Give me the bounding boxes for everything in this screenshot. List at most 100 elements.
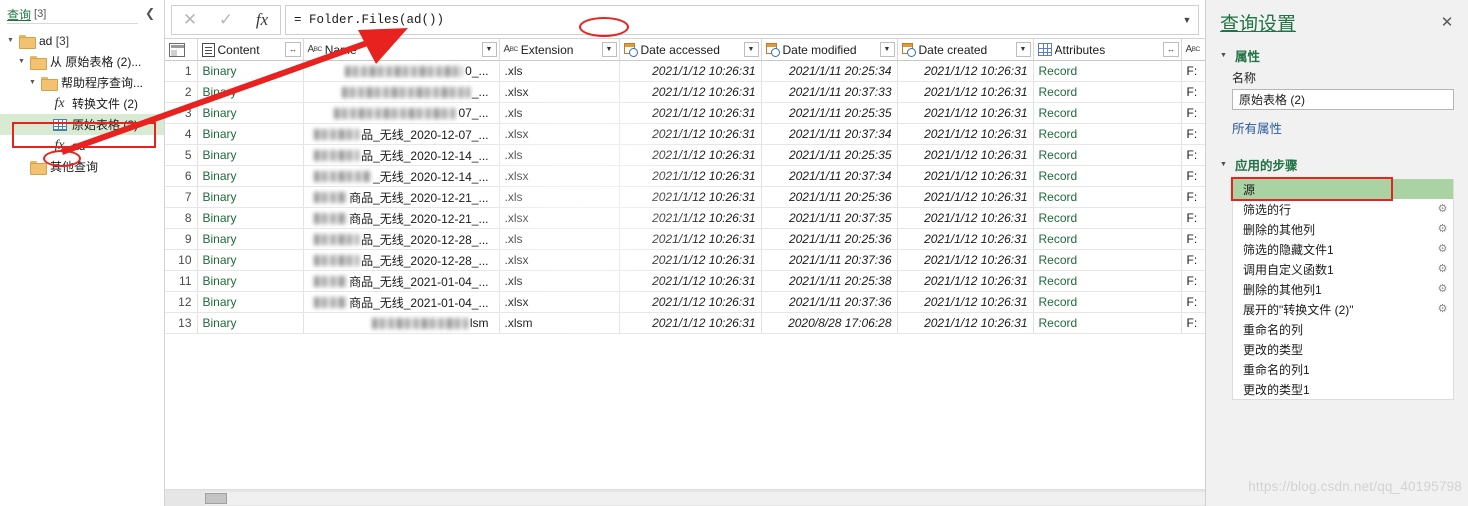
cell-date-created[interactable]: 2021/1/12 10:26:31 — [897, 102, 1034, 124]
column-header-content[interactable]: Content ↔ — [197, 39, 304, 61]
table-row[interactable]: 3 Binary 07_... .xls 2021/1/12 10:26:31 2021/… — [165, 102, 1205, 124]
cell-date-accessed[interactable]: 2021/1/12 10:26:31 — [619, 144, 762, 166]
cell-name[interactable]: 商品_无线_2020-12-21_... — [303, 207, 500, 229]
cell-folder-path[interactable]: F: — [1181, 102, 1205, 124]
cell-date-modified[interactable]: 2021/1/11 20:25:35 — [761, 102, 898, 124]
column-header-created[interactable]: Date created ▼ — [897, 39, 1034, 61]
cell-folder-path[interactable]: F: — [1181, 165, 1205, 187]
column-header-extension[interactable]: A B C Extension ▼ — [499, 39, 620, 61]
cell-name[interactable]: 品_无线_2020-12-28_... — [303, 228, 500, 250]
cell-folder-path[interactable]: F: — [1181, 270, 1205, 292]
cell-name[interactable]: 品_无线_2020-12-14_... — [303, 144, 500, 166]
cell-date-accessed[interactable]: 2021/1/12 10:26:31 — [619, 207, 762, 229]
cell-extension[interactable]: .xlsx — [499, 165, 620, 187]
query-tree-item-0[interactable]: ▼ ad [3] — [0, 30, 164, 51]
cell-attributes[interactable]: Record — [1033, 165, 1182, 187]
row-number[interactable]: 2 — [165, 81, 198, 103]
cell-date-created[interactable]: 2021/1/12 10:26:31 — [897, 270, 1034, 292]
fx-icon[interactable]: fx — [244, 6, 280, 34]
cell-folder-path[interactable]: F: — [1181, 228, 1205, 250]
cell-date-modified[interactable]: 2021/1/11 20:37:34 — [761, 123, 898, 145]
gear-icon[interactable]: ⚙ — [1436, 263, 1449, 276]
cell-name[interactable]: 07_... — [303, 102, 500, 124]
cell-extension[interactable]: .xls — [499, 228, 620, 250]
chevron-down-icon[interactable]: ▼ — [4, 37, 17, 44]
cell-date-accessed[interactable]: 2021/1/12 10:26:31 — [619, 123, 762, 145]
cell-extension[interactable]: .xls — [499, 60, 620, 82]
cell-date-created[interactable]: 2021/1/12 10:26:31 — [897, 165, 1034, 187]
applied-step-1[interactable]: 筛选的行 ⚙ — [1233, 199, 1453, 219]
cell-extension[interactable]: .xlsx — [499, 249, 620, 271]
table-row[interactable]: 9 Binary 品_无线_2020-12-28_... .xls 2021/1/12 … — [165, 228, 1205, 250]
cell-name[interactable]: 品_无线_2020-12-28_... — [303, 249, 500, 271]
gear-icon[interactable]: ⚙ — [1436, 283, 1449, 296]
cell-date-created[interactable]: 2021/1/12 10:26:31 — [897, 123, 1034, 145]
cell-folder-path[interactable]: F: — [1181, 291, 1205, 313]
cell-content[interactable]: Binary — [197, 249, 304, 271]
cell-date-created[interactable]: 2021/1/12 10:26:31 — [897, 249, 1034, 271]
applied-step-8[interactable]: 更改的类型⚙ — [1233, 339, 1453, 359]
table-row[interactable]: 1 Binary 0_... .xls 2021/1/12 10:26:31 2021/1… — [165, 60, 1205, 82]
cell-name[interactable]: _无线_2020-12-14_... — [303, 165, 500, 187]
query-tree-item-4[interactable]: 原始表格 (2) — [0, 114, 164, 135]
applied-step-4[interactable]: 调用自定义函数1 ⚙ — [1233, 259, 1453, 279]
cell-folder-path[interactable]: F: — [1181, 123, 1205, 145]
cell-attributes[interactable]: Record — [1033, 186, 1182, 208]
cell-folder-path[interactable]: F: — [1181, 144, 1205, 166]
cell-folder-path[interactable]: F: — [1181, 249, 1205, 271]
chevron-down-icon[interactable]: ▼ — [1220, 52, 1229, 59]
cell-attributes[interactable]: Record — [1033, 102, 1182, 124]
cell-attributes[interactable]: Record — [1033, 207, 1182, 229]
cell-name[interactable]: 品_无线_2020-12-07_... — [303, 123, 500, 145]
cell-date-accessed[interactable]: 2021/1/12 10:26:31 — [619, 249, 762, 271]
properties-section-header[interactable]: ▼ 属性 — [1206, 44, 1468, 66]
cell-date-modified[interactable]: 2021/1/11 20:25:38 — [761, 270, 898, 292]
cell-name[interactable]: lsm — [303, 312, 500, 334]
table-row[interactable]: 12 Binary 商品_无线_2021-01-04_... .xlsx 2021/1/… — [165, 291, 1205, 313]
query-name-input[interactable]: 原始表格 (2) — [1232, 89, 1454, 110]
cell-date-created[interactable]: 2021/1/12 10:26:31 — [897, 207, 1034, 229]
cell-date-modified[interactable]: 2021/1/11 20:37:35 — [761, 207, 898, 229]
table-row[interactable]: 11 Binary 商品_无线_2021-01-04_... .xls 2021/1/1… — [165, 270, 1205, 292]
row-number[interactable]: 1 — [165, 60, 198, 82]
cell-extension[interactable]: .xlsx — [499, 81, 620, 103]
gear-icon[interactable]: ⚙ — [1436, 223, 1449, 236]
cell-attributes[interactable]: Record — [1033, 60, 1182, 82]
cell-attributes[interactable]: Record — [1033, 144, 1182, 166]
cell-extension[interactable]: .xlsx — [499, 123, 620, 145]
query-tree-item-2[interactable]: ▼ 帮助程序查询... — [0, 72, 164, 93]
gear-icon[interactable]: ⚙ — [1436, 303, 1449, 316]
table-row[interactable]: 5 Binary 品_无线_2020-12-14_... .xls 2021/1/12 … — [165, 144, 1205, 166]
cell-date-created[interactable]: 2021/1/12 10:26:31 — [897, 228, 1034, 250]
query-tree-item-5[interactable]: fx ad — [0, 135, 164, 156]
table-row[interactable]: 13 Binary lsm .xlsm 2021/1/12 10:26:31 2020/8… — [165, 312, 1205, 334]
checkmark-icon[interactable]: ✓ — [208, 6, 244, 34]
table-row[interactable]: 4 Binary 品_无线_2020-12-07_... .xlsx 2021/1/12… — [165, 123, 1205, 145]
cell-content[interactable]: Binary — [197, 123, 304, 145]
cell-date-modified[interactable]: 2021/1/11 20:37:36 — [761, 249, 898, 271]
cell-extension[interactable]: .xls — [499, 102, 620, 124]
row-number[interactable]: 9 — [165, 228, 198, 250]
row-number[interactable]: 5 — [165, 144, 198, 166]
chevron-down-icon[interactable]: ▼ — [879, 42, 895, 57]
cell-date-modified[interactable]: 2021/1/11 20:37:33 — [761, 81, 898, 103]
cell-extension[interactable]: .xls — [499, 186, 620, 208]
close-icon[interactable]: ✕ — [1438, 13, 1456, 31]
column-header-attributes[interactable]: Attributes ↔ — [1033, 39, 1182, 61]
table-row[interactable]: 10 Binary 品_无线_2020-12-28_... .xlsx 2021/1/1… — [165, 249, 1205, 271]
close-icon[interactable]: ✕ — [172, 6, 208, 34]
chevron-left-icon[interactable]: ❮ — [142, 5, 158, 21]
chevron-down-icon[interactable]: ▼ — [1015, 42, 1031, 57]
cell-date-accessed[interactable]: 2021/1/12 10:26:31 — [619, 102, 762, 124]
cell-name[interactable]: _... — [303, 81, 500, 103]
chevron-down-icon[interactable]: ▼ — [743, 42, 759, 57]
applied-step-9[interactable]: 重命名的列1⚙ — [1233, 359, 1453, 379]
cell-content[interactable]: Binary — [197, 270, 304, 292]
expand-column-icon[interactable]: ↔ — [1162, 42, 1179, 57]
row-number[interactable]: 3 — [165, 102, 198, 124]
cell-date-modified[interactable]: 2021/1/11 20:25:34 — [761, 60, 898, 82]
cell-date-created[interactable]: 2021/1/12 10:26:31 — [897, 312, 1034, 334]
cell-date-modified[interactable]: 2021/1/11 20:25:36 — [761, 228, 898, 250]
cell-content[interactable]: Binary — [197, 312, 304, 334]
chevron-down-icon[interactable]: ▼ — [1220, 161, 1229, 168]
